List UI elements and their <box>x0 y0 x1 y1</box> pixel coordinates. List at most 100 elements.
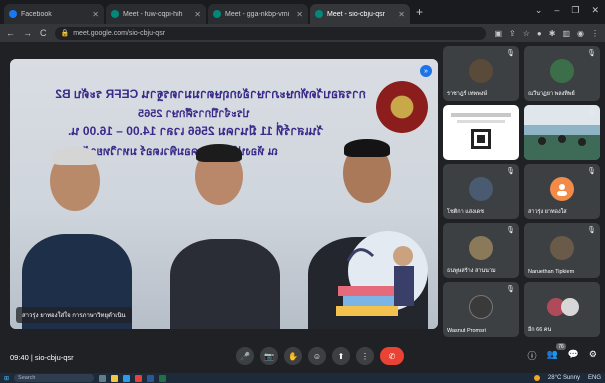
participant-name: ธนพูษสร้าง สานนาม <box>447 268 496 274</box>
presentation-slide: การสอบวัดทักษะภาษาอังกฤษตามมาตรฐาน CEFR … <box>10 59 438 329</box>
tab-label: Meet - sio-cbju-qsr <box>327 10 385 18</box>
language-indicator[interactable]: ENG <box>588 375 601 381</box>
mic-muted-icon: 🎙 <box>506 227 515 234</box>
chrome-icon[interactable] <box>135 374 143 382</box>
camera-indicator-icon[interactable]: ▣ <box>494 29 502 38</box>
call-controls: 🎤 📷 ✋ ☺ ⬆ ⋮ ✆ <box>236 347 404 365</box>
avatar <box>469 235 493 260</box>
presenter-right-hair <box>344 139 390 157</box>
tab-meet-active[interactable]: Meet - sio-cbju-qsr ✕ <box>310 4 410 24</box>
url-input[interactable]: 🔒 meet.google.com/sio-cbju-qsr <box>54 26 487 40</box>
participant-name: โชติกา แสงเดช <box>447 209 484 215</box>
participant-tile-screen[interactable] <box>443 105 519 160</box>
avatar <box>469 294 493 319</box>
tab-facebook[interactable]: Facebook ✕ <box>4 4 104 24</box>
tab-label: Meet - gga-nkbp-vmi <box>225 10 290 18</box>
presenter-center <box>170 239 280 329</box>
forward-button[interactable]: → <box>23 28 32 38</box>
close-tab-icon[interactable]: ✕ <box>296 10 303 19</box>
weather-text: 28°C Sunny <box>547 375 580 381</box>
activities-icon[interactable]: ⚙ <box>589 349 597 362</box>
avatar <box>550 235 574 260</box>
microphone-button[interactable]: 🎤 <box>236 347 254 365</box>
camera-button[interactable]: 📷 <box>260 347 278 365</box>
tab-label: Facebook <box>21 10 52 18</box>
participant-tile[interactable]: 🎙 Wasnut Promsri <box>443 282 519 337</box>
separator: | <box>30 352 33 362</box>
sidebar-icon[interactable]: ▥ <box>562 29 570 38</box>
lock-icon: 🔒 <box>60 30 70 37</box>
slide-date: วันเสาร์ที่ 11 มีนาคม 2566 เวลา 14.00 – … <box>68 124 324 138</box>
reload-button[interactable]: C <box>40 28 47 38</box>
share-icon[interactable]: ⇪ <box>509 29 516 38</box>
participant-tile[interactable]: 🎙 ณวีนาฏยา พลงทิพย์ <box>524 46 600 101</box>
tab-meet-1[interactable]: Meet - fuw-cqpi-hih ✕ <box>106 4 206 24</box>
main-video-tile[interactable]: การสอบวัดทักษะภาษาอังกฤษตามมาตรฐาน CEFR … <box>10 59 438 329</box>
participant-tile[interactable]: 🎙 Naruethan Tipkiem <box>524 223 600 278</box>
present-button[interactable]: ⬆ <box>332 347 350 365</box>
mic-muted-icon: 🎙 <box>506 50 515 57</box>
maximize-button[interactable]: ❐ <box>571 5 579 16</box>
mic-muted-icon: 🎙 <box>506 168 515 175</box>
meeting-time: 09:40 <box>10 352 29 362</box>
avatar <box>550 58 574 83</box>
slide-title: การสอบวัดทักษะภาษาอังกฤษตามมาตรฐาน CEFR … <box>55 87 366 101</box>
edge-browser-icon[interactable] <box>123 374 131 382</box>
file-explorer-icon[interactable] <box>111 374 119 382</box>
tab-label: Meet - fuw-cqpi-hih <box>123 10 183 18</box>
minimize-button[interactable]: – <box>554 5 559 16</box>
more-participants-tile[interactable]: อีก 66 คน <box>524 282 600 337</box>
decorative-illustration <box>336 231 428 316</box>
participant-name: Wasnut Promsri <box>447 328 486 334</box>
task-view-icon[interactable] <box>99 374 107 382</box>
participant-tile[interactable]: 🎙 สาวรุ่ง ยาทองใส <box>524 164 600 219</box>
presenter-center-hair <box>196 144 242 162</box>
close-tab-icon[interactable]: ✕ <box>194 10 201 19</box>
windows-start-icon[interactable]: ⊞ <box>4 375 9 382</box>
extensions-area: ▣ ⇪ ☆ ● ✱ ▥ ◉ ⋮ <box>494 29 599 38</box>
close-window-button[interactable]: ✕ <box>591 5 599 16</box>
participant-name: ณวีนาฏยา พลงทิพย์ <box>528 91 575 97</box>
meeting-code: sio-cbju-qsr <box>34 352 74 362</box>
url-text: meet.google.com/sio-cbju-qsr <box>73 29 166 37</box>
participant-tile[interactable]: 🎙 ราชาฎร์ เทพพงษ์ <box>443 46 519 101</box>
reactions-button[interactable]: ☺ <box>308 347 326 365</box>
participant-tile[interactable]: 🎙 โชติกา แสงเดช <box>443 164 519 219</box>
side-panel-controls: ⓘ 👥 💬 ⚙ <box>527 349 597 362</box>
profile-avatar[interactable]: ◉ <box>577 29 584 38</box>
address-bar-row: ← → C 🔒 meet.google.com/sio-cbju-qsr ▣ ⇪… <box>0 24 605 42</box>
excel-icon[interactable] <box>159 374 167 382</box>
bookmark-star-icon[interactable]: ☆ <box>523 29 530 38</box>
new-tab-button[interactable]: + <box>416 5 423 19</box>
avatar <box>469 176 493 201</box>
avatar <box>469 58 493 83</box>
more-participants-label: อีก 66 คน <box>528 327 552 333</box>
participant-tile-classroom[interactable]: 🎙 <box>524 105 600 160</box>
system-tray: 28°C Sunny ENG <box>533 375 601 381</box>
tab-search-icon[interactable]: ⌄ <box>535 5 543 16</box>
chat-icon[interactable]: 💬 <box>568 349 579 362</box>
close-tab-icon[interactable]: ✕ <box>92 10 99 19</box>
person-silhouette-icon <box>557 183 567 196</box>
pin-icon[interactable]: » <box>420 65 432 77</box>
meet-favicon-icon <box>315 10 323 18</box>
word-icon[interactable] <box>147 374 155 382</box>
taskbar-search-input[interactable]: Search <box>14 374 95 382</box>
end-call-button[interactable]: ✆ <box>380 347 404 365</box>
mic-muted-icon: 🎙 <box>587 168 596 175</box>
close-tab-icon[interactable]: ✕ <box>398 10 405 19</box>
menu-icon[interactable]: ⋮ <box>591 29 599 38</box>
puzzle-icon[interactable]: ✱ <box>549 29 556 38</box>
tab-meet-2[interactable]: Meet - gga-nkbp-vmi ✕ <box>208 4 308 24</box>
more-options-button[interactable]: ⋮ <box>356 347 374 365</box>
extension-icon[interactable]: ● <box>537 29 542 38</box>
people-icon[interactable]: 👥 <box>546 349 557 362</box>
participant-name: ราชาฎร์ เทพพงษ์ <box>447 91 488 97</box>
meeting-details-icon[interactable]: ⓘ <box>527 349 536 362</box>
raise-hand-button[interactable]: ✋ <box>284 347 302 365</box>
facebook-favicon-icon <box>9 10 17 18</box>
participant-name: Naruethan Tipkiem <box>528 269 575 275</box>
participant-name: สาวรุ่ง ยาทองใส <box>528 209 567 215</box>
participant-tile[interactable]: 🎙 ธนพูษสร้าง สานนาม <box>443 223 519 278</box>
back-button[interactable]: ← <box>6 28 15 38</box>
